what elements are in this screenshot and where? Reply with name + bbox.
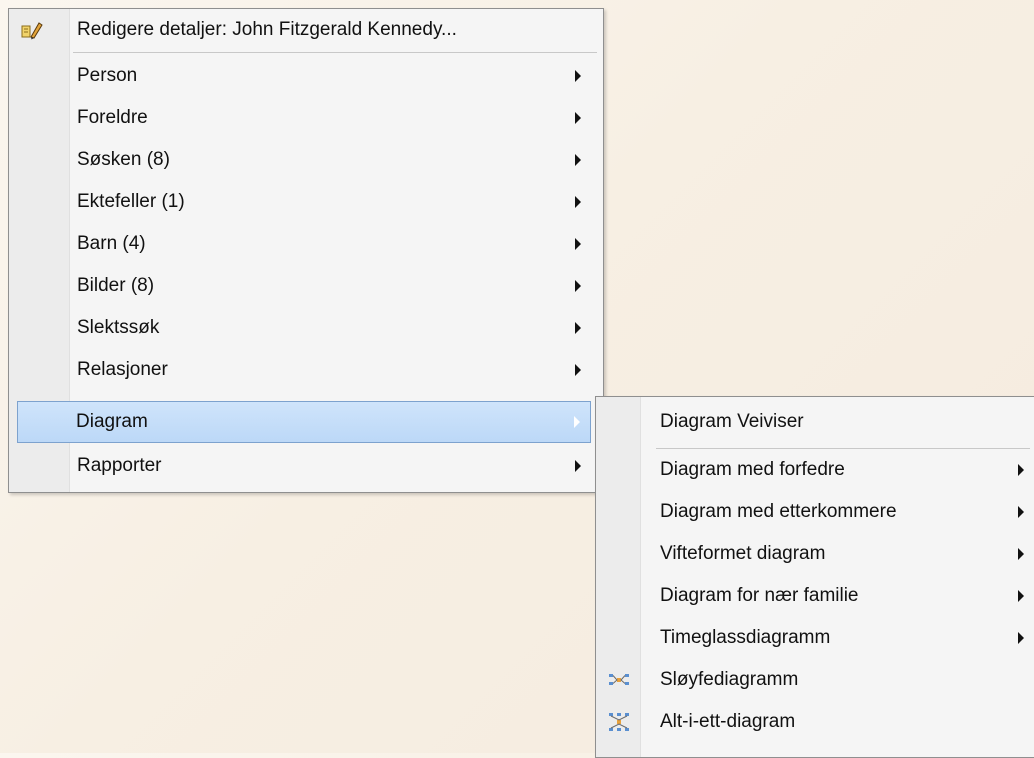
submenu-arrow-icon <box>575 280 581 292</box>
submenu-arrow-icon <box>1018 506 1024 518</box>
menu-item-rapporter[interactable]: Rapporter <box>11 445 601 487</box>
submenu-item-close-family[interactable]: Diagram for nær familie <box>598 575 1034 617</box>
menu-item-label: Rapporter <box>77 455 162 476</box>
submenu-item-descendants[interactable]: Diagram med etterkommere <box>598 491 1034 533</box>
submenu-arrow-icon <box>1018 632 1024 644</box>
submenu-arrow-icon <box>575 364 581 376</box>
menu-item-label: Alt-i-ett-diagram <box>660 711 796 732</box>
menu-item-label: Diagram Veiviser <box>660 411 804 432</box>
submenu-arrow-icon <box>575 322 581 334</box>
submenu-arrow-icon <box>1018 590 1024 602</box>
menu-item-label: Bilder (8) <box>77 275 155 296</box>
menu-item-label: Person <box>77 65 138 86</box>
menu-item-label: Foreldre <box>77 107 148 128</box>
menu-item-foreldre[interactable]: Foreldre <box>11 97 601 139</box>
submenu-item-hourglass[interactable]: Timeglassdiagramm <box>598 617 1034 659</box>
submenu-arrow-icon <box>575 460 581 472</box>
menu-item-barn[interactable]: Barn (4) <box>11 223 601 265</box>
menu-item-label: Diagram med forfedre <box>660 459 845 480</box>
edit-details-item[interactable]: Redigere detaljer: John Fitzgerald Kenne… <box>11 9 601 51</box>
menu-item-label: Søsken (8) <box>77 149 170 170</box>
menu-item-bilder[interactable]: Bilder (8) <box>11 265 601 307</box>
menu-item-label: Timeglassdiagramm <box>660 627 831 648</box>
submenu-item-fan-chart[interactable]: Vifteformet diagram <box>598 533 1034 575</box>
menu-item-label: Vifteformet diagram <box>660 543 826 564</box>
submenu-arrow-icon <box>1018 464 1024 476</box>
edit-pencil-icon <box>21 22 43 40</box>
submenu-arrow-icon <box>575 196 581 208</box>
menu-separator <box>73 52 597 53</box>
submenu-arrow-icon <box>575 112 581 124</box>
menu-item-diagram[interactable]: Diagram <box>17 401 591 443</box>
menu-item-label: Diagram <box>76 411 148 432</box>
menu-item-relasjoner[interactable]: Relasjoner <box>11 349 601 391</box>
diagram-submenu: Diagram Veiviser Diagram med forfedre Di… <box>595 396 1034 758</box>
submenu-arrow-icon <box>1018 548 1024 560</box>
context-menu: Redigere detaljer: John Fitzgerald Kenne… <box>8 8 604 493</box>
submenu-item-ancestors[interactable]: Diagram med forfedre <box>598 449 1034 491</box>
menu-item-label: Sløyfediagramm <box>660 669 799 690</box>
submenu-item-bowtie[interactable]: Sløyfediagramm <box>598 659 1034 701</box>
menu-item-label: Slektssøk <box>77 317 160 338</box>
submenu-arrow-icon <box>575 154 581 166</box>
menu-item-label: Barn (4) <box>77 233 146 254</box>
menu-item-label: Relasjoner <box>77 359 168 380</box>
menu-item-label: Diagram for nær familie <box>660 585 859 606</box>
menu-item-label: Ektefeller (1) <box>77 191 185 212</box>
diagram-wizard-item[interactable]: Diagram Veiviser <box>598 401 1034 443</box>
menu-item-person[interactable]: Person <box>11 55 601 97</box>
menu-item-slektssok[interactable]: Slektssøk <box>11 307 601 349</box>
menu-item-ektefeller[interactable]: Ektefeller (1) <box>11 181 601 223</box>
all-in-one-chart-icon <box>609 713 629 731</box>
edit-details-label: Redigere detaljer: John Fitzgerald Kenne… <box>77 19 457 40</box>
submenu-item-all-in-one[interactable]: Alt-i-ett-diagram <box>598 701 1034 743</box>
menu-item-label: Diagram med etterkommere <box>660 501 897 522</box>
bowtie-chart-icon <box>609 674 629 685</box>
submenu-arrow-icon <box>575 70 581 82</box>
submenu-arrow-icon <box>575 238 581 250</box>
menu-item-sosken[interactable]: Søsken (8) <box>11 139 601 181</box>
submenu-arrow-icon <box>574 416 580 428</box>
